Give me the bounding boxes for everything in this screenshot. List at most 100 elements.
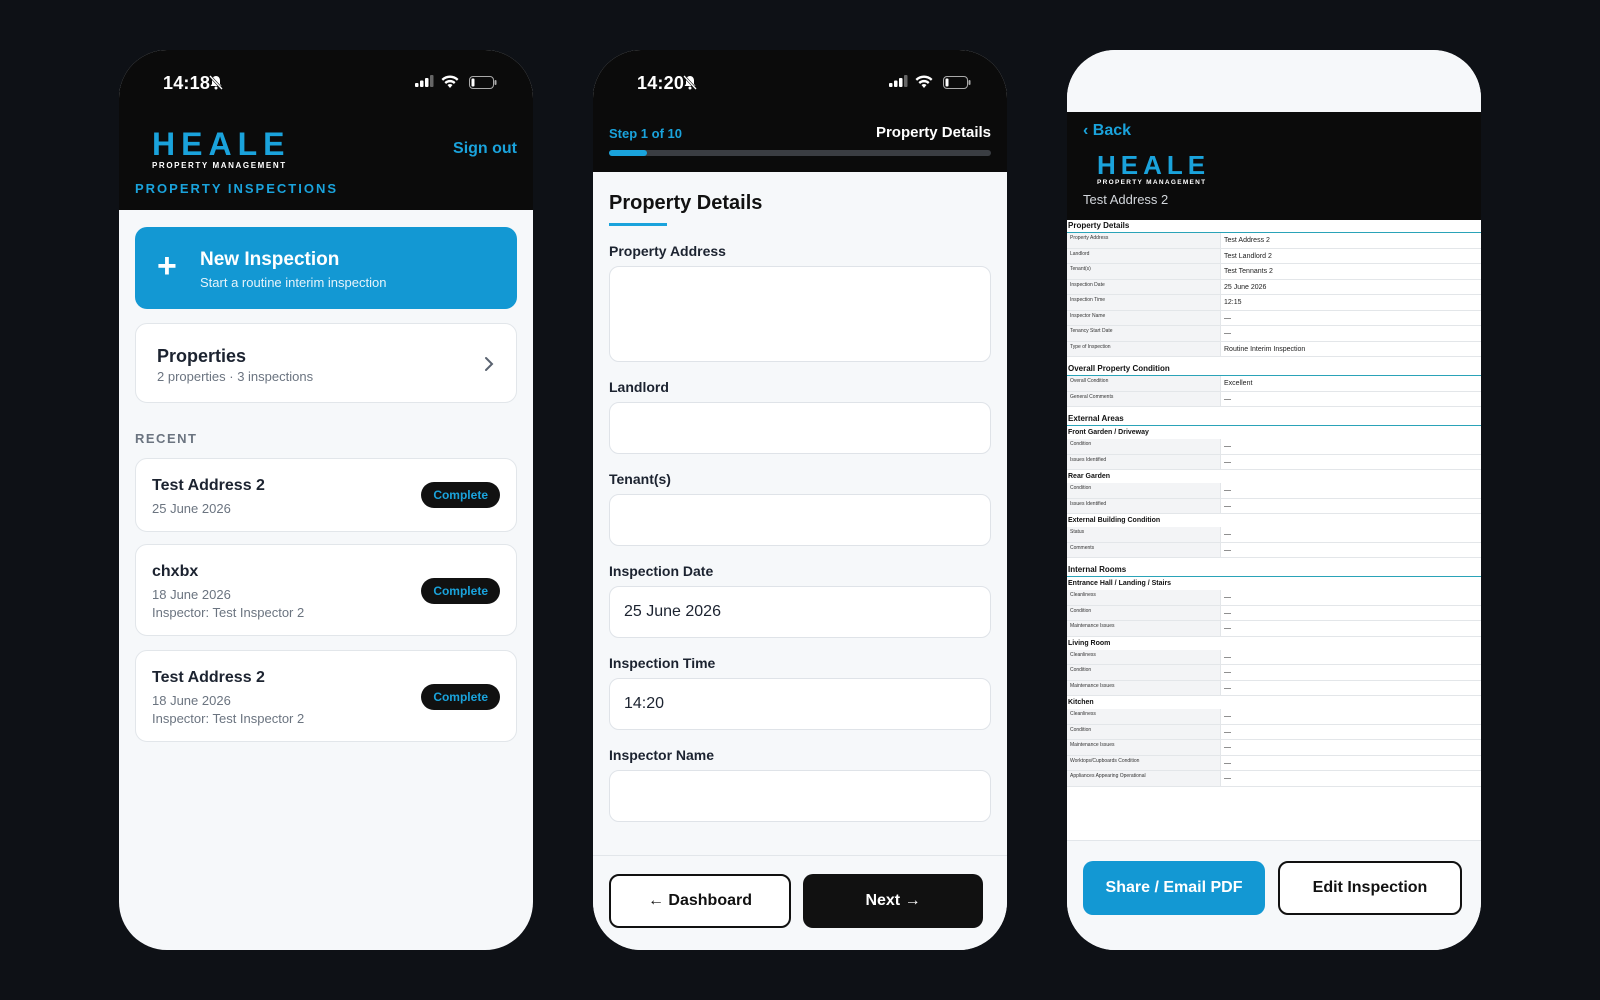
inspection-date-input[interactable]: 25 June 2026: [609, 586, 991, 638]
report-row-value: —: [1224, 759, 1231, 767]
report-row-label: Appliances Appearing Operational: [1067, 771, 1221, 786]
new-inspection-title: New Inspection: [200, 249, 340, 270]
property-address-input[interactable]: [609, 266, 991, 362]
new-inspection-subtitle: Start a routine interim inspection: [200, 275, 387, 290]
edit-inspection-button[interactable]: Edit Inspection: [1278, 861, 1462, 915]
plus-icon: +: [157, 247, 177, 285]
status-time: 14:20: [637, 73, 685, 93]
report-subsection-title: Entrance Hall / Landing / Stairs: [1068, 580, 1172, 587]
report-row-value: —: [1224, 330, 1231, 337]
report-row: Condition —: [1067, 439, 1481, 455]
report-row-label: Comments: [1067, 542, 1221, 557]
sign-out-link[interactable]: Sign out: [453, 140, 517, 158]
inspection-address: Test Address 2: [152, 669, 265, 686]
report-row: Condition —: [1067, 605, 1481, 621]
phone-screen-report: ‹ Back HEALE PROPERTY MANAGEMENT Test Ad…: [1067, 50, 1481, 950]
report-row-label: Overall Condition: [1067, 376, 1221, 391]
inspection-date: 18 June 2026: [152, 587, 231, 602]
report-row-label: Cleanliness: [1067, 709, 1221, 724]
recent-inspection-card[interactable]: chxbx 18 June 2026 Inspector: Test Inspe…: [135, 544, 517, 636]
report-row-value: Routine Interim Inspection: [1224, 345, 1306, 353]
report-row-label: Maintenance Issues: [1067, 680, 1221, 695]
recent-section-label: RECENT: [135, 431, 198, 446]
recent-inspection-card[interactable]: Test Address 2 18 June 2026 Inspector: T…: [135, 650, 517, 742]
report-row: Inspection Time 12:15: [1067, 295, 1481, 311]
field-label-landlord: Landlord: [609, 379, 669, 395]
report-row-value: —: [1224, 653, 1231, 661]
report-header: ‹ Back HEALE PROPERTY MANAGEMENT Test Ad…: [1067, 112, 1481, 220]
report-row-label: Inspector Name: [1067, 310, 1221, 325]
report-row-label: Condition: [1067, 665, 1221, 680]
share-email-pdf-button[interactable]: Share / Email PDF: [1083, 861, 1265, 915]
report-footer: Share / Email PDF Edit Inspection: [1067, 840, 1481, 950]
report-row-value: —: [1224, 775, 1231, 782]
report-row-value: Test Tennants 2: [1224, 268, 1273, 275]
report-row-value: 25 June 2026: [1224, 283, 1267, 291]
report-row-label: Issues Identified: [1067, 498, 1221, 513]
report-row: Comments —: [1067, 542, 1481, 558]
step-indicator: Step 1 of 10: [609, 126, 682, 141]
report-row-label: Cleanliness: [1067, 649, 1221, 664]
form-title: Property Details: [609, 192, 763, 214]
report-row-label: Inspection Date: [1067, 279, 1221, 294]
landlord-input[interactable]: [609, 402, 991, 454]
report-row-value: —: [1224, 669, 1231, 676]
report-address: Test Address 2: [1083, 192, 1169, 207]
tenants-input[interactable]: [609, 494, 991, 546]
report-row-label: Condition: [1067, 439, 1221, 454]
dashboard-header: 14:18 HEALE PROPERTY MANAGEMENT Sign out…: [119, 50, 533, 210]
next-button[interactable]: Next →: [803, 874, 983, 928]
report-row-label: Maintenance Issues: [1067, 621, 1221, 636]
report-row-value: —: [1224, 502, 1231, 510]
pdf-report-preview[interactable]: Property Details Property Address Test Add…: [1067, 220, 1481, 840]
inspection-address: chxbx: [152, 563, 199, 580]
status-badge: Complete: [421, 482, 500, 508]
bell-muted-icon: [209, 75, 223, 90]
report-row-value: —: [1224, 609, 1231, 617]
wifi-icon: [441, 75, 459, 88]
inspection-date: 18 June 2026: [152, 693, 231, 708]
report-row-label: Property Address: [1067, 233, 1221, 248]
report-row-label: Condition: [1067, 724, 1221, 739]
report-row: Inspection Date 25 June 2026: [1067, 279, 1481, 295]
status-bar: 14:20: [593, 50, 1007, 116]
report-row-label: Inspection Time: [1067, 295, 1221, 310]
report-subsection-title: Kitchen: [1068, 699, 1094, 706]
report-row: Maintenance Issues —: [1067, 621, 1481, 637]
signal-icon: [415, 75, 434, 87]
report-row: Inspector Name —: [1067, 310, 1481, 326]
report-row-value: —: [1224, 713, 1231, 720]
logo-wordmark: HEALE: [1097, 150, 1211, 180]
report-row-value: Test Landlord 2: [1224, 252, 1272, 260]
status-bar-area: [1067, 50, 1481, 112]
status-bar: 14:18: [119, 50, 533, 116]
inspector-name-input[interactable]: [609, 770, 991, 822]
dashboard-button[interactable]: ← Dashboard: [609, 874, 791, 928]
recent-inspection-card[interactable]: Test Address 2 25 June 2026 Complete: [135, 458, 517, 532]
report-row-label: Type of Inspection: [1067, 341, 1221, 356]
report-row-value: —: [1224, 487, 1231, 494]
app-subtitle: PROPERTY INSPECTIONS: [135, 181, 339, 196]
report-row-label: Tenant(s): [1067, 264, 1221, 279]
report-row-value: —: [1224, 314, 1231, 322]
report-row-value: —: [1224, 546, 1231, 554]
report-row-value: —: [1224, 531, 1231, 538]
report-row: Cleanliness —: [1067, 590, 1481, 606]
logo-tagline: PROPERTY MANAGEMENT: [152, 161, 287, 170]
report-row-value: —: [1224, 458, 1231, 466]
inspection-date: 25 June 2026: [152, 501, 231, 516]
report-subsection-title: External Building Condition: [1068, 517, 1161, 524]
report-row-value: —: [1224, 443, 1231, 450]
report-row-label: Cleanliness: [1067, 590, 1221, 605]
inspection-time-input[interactable]: 14:20: [609, 678, 991, 730]
wifi-icon: [915, 75, 933, 88]
report-section-title: Internal Rooms: [1067, 564, 1481, 577]
report-row-label: Worktops/Cupboards Condition: [1067, 755, 1221, 770]
heale-logo: HEALE PROPERTY MANAGEMENT: [1097, 152, 1210, 186]
back-button[interactable]: ‹ Back: [1083, 122, 1131, 140]
form-footer: ← Dashboard Next →: [593, 855, 1007, 950]
new-inspection-button[interactable]: + New Inspection Start a routine interim…: [135, 227, 517, 309]
logo-tagline: PROPERTY MANAGEMENT: [1097, 179, 1207, 186]
properties-card[interactable]: Properties 2 properties · 3 inspections: [135, 323, 517, 403]
report-row-value: —: [1224, 395, 1231, 403]
